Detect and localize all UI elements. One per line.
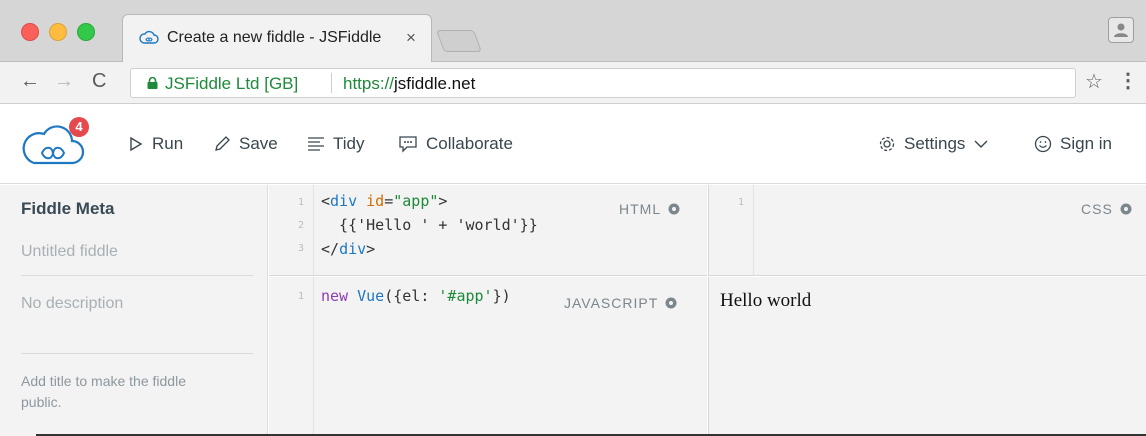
gear-icon [668, 203, 680, 215]
gear-icon [1120, 203, 1132, 215]
save-label: Save [239, 134, 278, 153]
code-token: </ [321, 240, 340, 258]
save-button[interactable]: Save [213, 134, 278, 154]
sign-in-button[interactable]: Sign in [1034, 134, 1112, 154]
minimize-window-button[interactable] [49, 23, 67, 41]
url-field[interactable]: JSFiddle Ltd [GB] https://jsfiddle.net [130, 68, 1076, 98]
collaborate-label: Collaborate [426, 134, 513, 153]
code-token: ({el: [384, 287, 439, 305]
play-icon [130, 136, 143, 152]
browser-tab-active[interactable]: Create a new fiddle - JSFiddle × [122, 14, 432, 62]
site-identity: JSFiddle Ltd [GB] [165, 74, 299, 93]
sign-in-label: Sign in [1060, 134, 1112, 153]
css-panel-label[interactable]: CSS [1081, 201, 1133, 217]
fiddle-meta-heading: Fiddle Meta [21, 199, 115, 218]
tab-title: Create a new fiddle - JSFiddle [167, 29, 382, 46]
run-label: Run [152, 134, 184, 153]
new-tab-button[interactable] [435, 30, 483, 52]
html-panel-label[interactable]: HTML [619, 201, 681, 217]
divider [21, 353, 253, 354]
run-button[interactable]: Run [128, 134, 183, 154]
javascript-editor-panel[interactable]: 1 new Vue({el: '#app'}) JAVASCRIPT [269, 277, 707, 436]
line-gutter: 1 2 3 [269, 185, 314, 275]
html-editor-panel[interactable]: 1 2 3 <div id="app"> {{'Hello ' + 'world… [269, 185, 707, 276]
back-arrow-icon[interactable]: ← [20, 70, 40, 93]
forward-arrow-icon[interactable]: → [54, 70, 74, 93]
url-scheme: https:// [343, 74, 395, 93]
line-number: 3 [297, 243, 304, 254]
line-number: 1 [297, 197, 304, 208]
address-bar: ← → C JSFiddle Ltd [GB] https://jsfiddle… [0, 62, 1146, 104]
omnibox-divider [331, 73, 332, 93]
settings-dropdown[interactable]: Settings [878, 134, 989, 154]
reload-icon[interactable]: C [92, 70, 106, 93]
smiley-icon [1034, 135, 1052, 153]
public-hint-text: Add title to make the fiddle public. [21, 373, 186, 410]
align-lines-icon [308, 137, 324, 151]
fiddle-meta-sidebar: Fiddle Meta Untitled fiddle No descripti… [0, 185, 268, 436]
app-toolbar: 4 Run Save Tidy Collaborate Settings Sig… [0, 105, 1146, 184]
url-host: jsfiddle.net [394, 74, 476, 93]
profile-button[interactable] [1108, 17, 1134, 43]
fiddle-name-input[interactable]: Untitled fiddle [21, 243, 118, 261]
css-editor-panel[interactable]: 1 CSS [708, 185, 1146, 276]
bookmark-star-icon[interactable]: ☆ [1085, 69, 1103, 94]
code-line[interactable]: {{'Hello ' + 'world'}} [321, 216, 538, 234]
code-token: Vue [348, 287, 385, 305]
line-gutter: 1 [269, 277, 314, 436]
lock-icon [147, 77, 158, 89]
code-token: "app" [393, 192, 439, 210]
pencil-icon [215, 136, 230, 151]
code-token: = [384, 192, 394, 210]
code-token: '#app' [438, 287, 493, 305]
chat-bubble-icon [399, 136, 417, 153]
code-token: id [357, 192, 385, 210]
close-window-button[interactable] [21, 23, 39, 41]
line-gutter: 1 [709, 185, 754, 275]
fiddle-description-input[interactable]: No description [21, 295, 123, 313]
code-token: > [438, 192, 448, 210]
code-line[interactable]: </div> [321, 240, 375, 258]
browser-menu-icon[interactable]: ⋮ [1118, 68, 1138, 93]
code-token: div [330, 192, 358, 210]
tab-close-icon[interactable]: × [406, 28, 416, 48]
tidy-button[interactable]: Tidy [307, 134, 365, 154]
code-line[interactable]: <div id="app"> [321, 192, 447, 210]
code-token: > [366, 240, 376, 258]
divider [21, 275, 253, 276]
gear-icon [665, 297, 677, 309]
tidy-label: Tidy [333, 134, 365, 153]
line-number: 1 [737, 197, 744, 208]
code-token: < [321, 192, 331, 210]
jsfiddle-favicon-icon [139, 30, 159, 44]
maximize-window-button[interactable] [77, 23, 95, 41]
code-token: }) [492, 287, 511, 305]
browser-window: Create a new fiddle - JSFiddle × ← → C J… [0, 0, 1146, 436]
url-text: https://jsfiddle.net [343, 74, 475, 94]
javascript-panel-label[interactable]: JAVASCRIPT [564, 295, 678, 311]
notification-badge[interactable]: 4 [69, 117, 89, 137]
settings-label: Settings [904, 134, 966, 153]
person-icon [1114, 23, 1128, 37]
result-output: Hello world [720, 290, 812, 311]
gear-icon [879, 136, 895, 152]
javascript-label-text: JAVASCRIPT [564, 295, 659, 311]
css-label-text: CSS [1081, 201, 1113, 217]
tab-bar: Create a new fiddle - JSFiddle × [0, 0, 1146, 62]
html-label-text: HTML [619, 201, 662, 217]
result-panel[interactable]: Hello world [708, 277, 1146, 436]
chevron-down-icon [974, 140, 988, 148]
code-token: new [321, 287, 349, 305]
code-line[interactable]: new Vue({el: '#app'}) [321, 287, 511, 305]
line-number: 1 [297, 291, 304, 302]
collaborate-button[interactable]: Collaborate [398, 134, 513, 154]
line-number: 2 [297, 220, 304, 231]
code-token: div [339, 240, 367, 258]
